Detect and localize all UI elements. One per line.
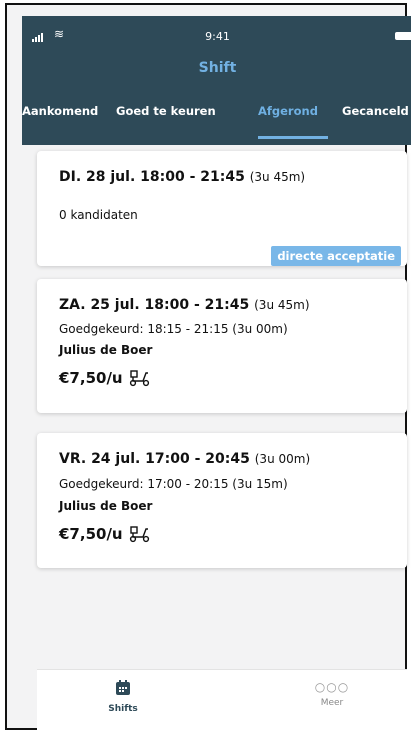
nav-label: Meer	[320, 698, 344, 708]
shift-duration: (3u 45m)	[249, 170, 306, 184]
worker-name: Julius de Boer	[59, 343, 153, 357]
approved-time: Goedgekeurd: 17:00 - 20:15 (3u 15m)	[59, 477, 288, 491]
status-badge: directe acceptatie	[271, 246, 401, 266]
shift-date: ZA. 25 jul. 18:00 - 21:45 (3u 45m)	[59, 297, 310, 313]
worker-name: Julius de Boer	[59, 499, 153, 513]
approved-time: Goedgekeurd: 18:15 - 21:15 (3u 00m)	[59, 322, 288, 336]
status-time: 9:41	[205, 30, 230, 43]
shift-date: DI. 28 jul. 18:00 - 21:45 (3u 45m)	[59, 169, 306, 185]
tab-gecanceld[interactable]: Gecanceld	[342, 104, 409, 118]
nav-meer[interactable]: ○○○ Meer	[292, 680, 372, 708]
nav-label: Shifts	[108, 704, 138, 714]
price-row: €7,50/u	[59, 369, 151, 387]
more-icon: ○○○	[314, 680, 350, 694]
tab-goed-te-keuren[interactable]: Goed te keuren	[116, 104, 216, 118]
candidate-count: 0 kandidaten	[59, 208, 138, 222]
tab-bar: Aankomend Goed te keuren Afgerond Gecanc…	[22, 104, 411, 145]
app-header: ≋ 9:41 Shift Aankomend Goed te keuren Af…	[22, 16, 411, 145]
hourly-rate: €7,50/u	[59, 525, 123, 543]
tab-afgerond[interactable]: Afgerond	[258, 104, 318, 118]
shift-card[interactable]: DI. 28 jul. 18:00 - 21:45 (3u 45m) 0 kan…	[37, 151, 407, 266]
shift-duration: (3u 45m)	[254, 298, 310, 312]
active-tab-indicator	[258, 136, 328, 139]
shift-card[interactable]: VR. 24 jul. 17:00 - 20:45 (3u 00m) Goedg…	[37, 433, 407, 568]
scooter-icon	[129, 370, 149, 387]
shift-date: VR. 24 jul. 17:00 - 20:45 (3u 00m)	[59, 451, 311, 467]
hourly-rate: €7,50/u	[59, 369, 123, 387]
calendar-icon	[116, 680, 130, 695]
status-bar: ≋ 9:41	[22, 16, 411, 43]
scooter-icon	[129, 526, 149, 543]
tab-aankomend[interactable]: Aankomend	[22, 104, 98, 118]
nav-shifts[interactable]: Shifts	[83, 680, 163, 714]
battery-icon	[395, 32, 411, 40]
page-title: Shift	[198, 60, 237, 76]
price-row: €7,50/u	[59, 525, 151, 543]
shift-duration: (3u 00m)	[254, 452, 311, 466]
bottom-navigation: Shifts ○○○ Meer	[37, 669, 407, 731]
shift-card[interactable]: ZA. 25 jul. 18:00 - 21:45 (3u 45m) Goedg…	[37, 279, 407, 413]
